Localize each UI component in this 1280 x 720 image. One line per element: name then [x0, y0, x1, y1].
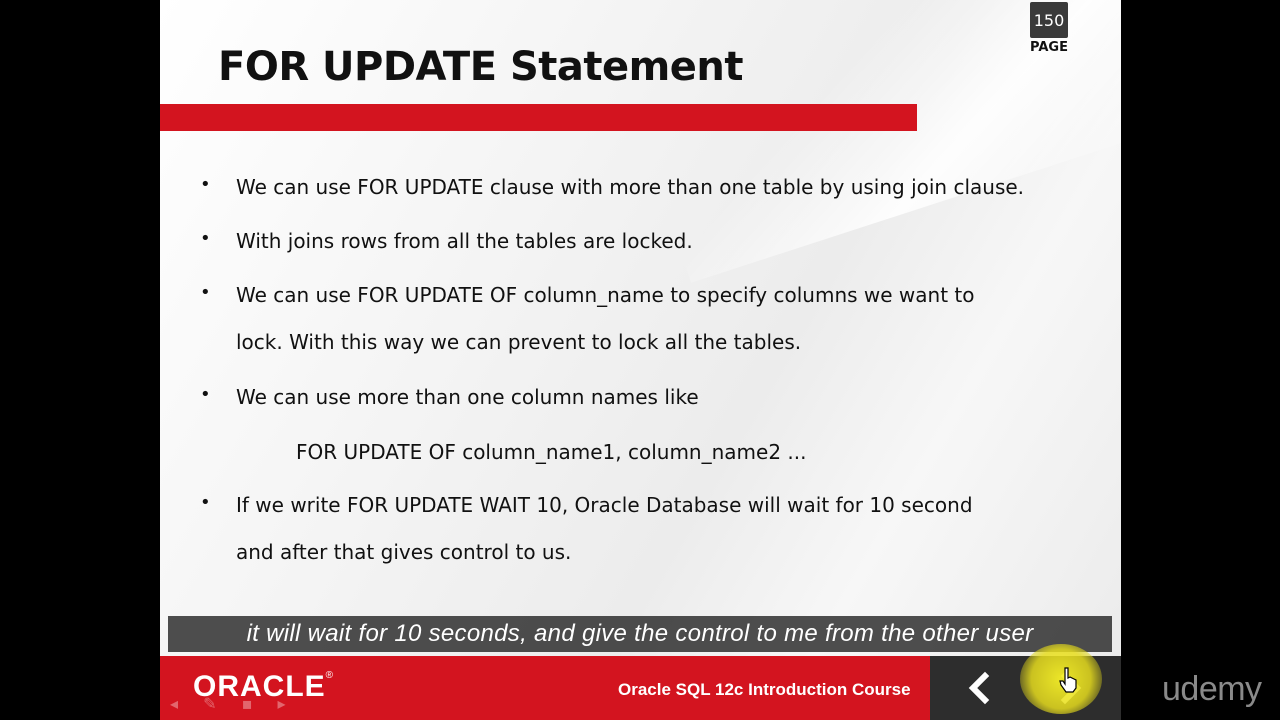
- page-label: PAGE: [1030, 40, 1068, 55]
- slide: FOR UPDATE Statement 150 PAGE • We can u…: [160, 0, 1121, 720]
- bullet-text: We can use FOR UPDATE clause with more t…: [236, 175, 1025, 199]
- slide-footer: ◂ ✎ ▪ ▸ ORACLE® Oracle SQL 12c Introduct…: [160, 656, 1121, 720]
- bullet-dot: •: [200, 384, 211, 405]
- bullet-text: If we write FOR UPDATE WAIT 10, Oracle D…: [236, 493, 973, 517]
- bullet-text: We can use more than one column names li…: [236, 385, 699, 409]
- oracle-logo: ORACLE®: [193, 670, 335, 703]
- bullet-dot: •: [200, 174, 211, 195]
- bullet-text: With joins rows from all the tables are …: [236, 229, 693, 253]
- bullet-text-continued: and after that gives control to us.: [236, 540, 572, 564]
- page-number-badge: 150: [1030, 2, 1068, 38]
- oracle-brand-text: ORACLE: [193, 670, 326, 703]
- bullet-dot: •: [200, 492, 211, 513]
- hand-pointer-icon: [1058, 666, 1080, 700]
- udemy-watermark: udemy: [1162, 670, 1262, 708]
- previous-slide-button[interactable]: [960, 668, 1000, 708]
- course-title: Oracle SQL 12c Introduction Course: [618, 680, 911, 699]
- chevron-left-icon: [968, 671, 990, 705]
- bullet-text-continued: lock. With this way we can prevent to lo…: [236, 330, 802, 354]
- bullet-text: We can use FOR UPDATE OF column_name to …: [236, 283, 975, 307]
- title-underline-bar: [160, 104, 917, 131]
- code-example: FOR UPDATE OF column_name1, column_name2…: [296, 440, 807, 464]
- bullet-dot: •: [200, 282, 211, 303]
- video-caption: it will wait for 10 seconds, and give th…: [168, 616, 1112, 652]
- slide-title: FOR UPDATE Statement: [218, 44, 744, 90]
- bullet-dot: •: [200, 228, 211, 249]
